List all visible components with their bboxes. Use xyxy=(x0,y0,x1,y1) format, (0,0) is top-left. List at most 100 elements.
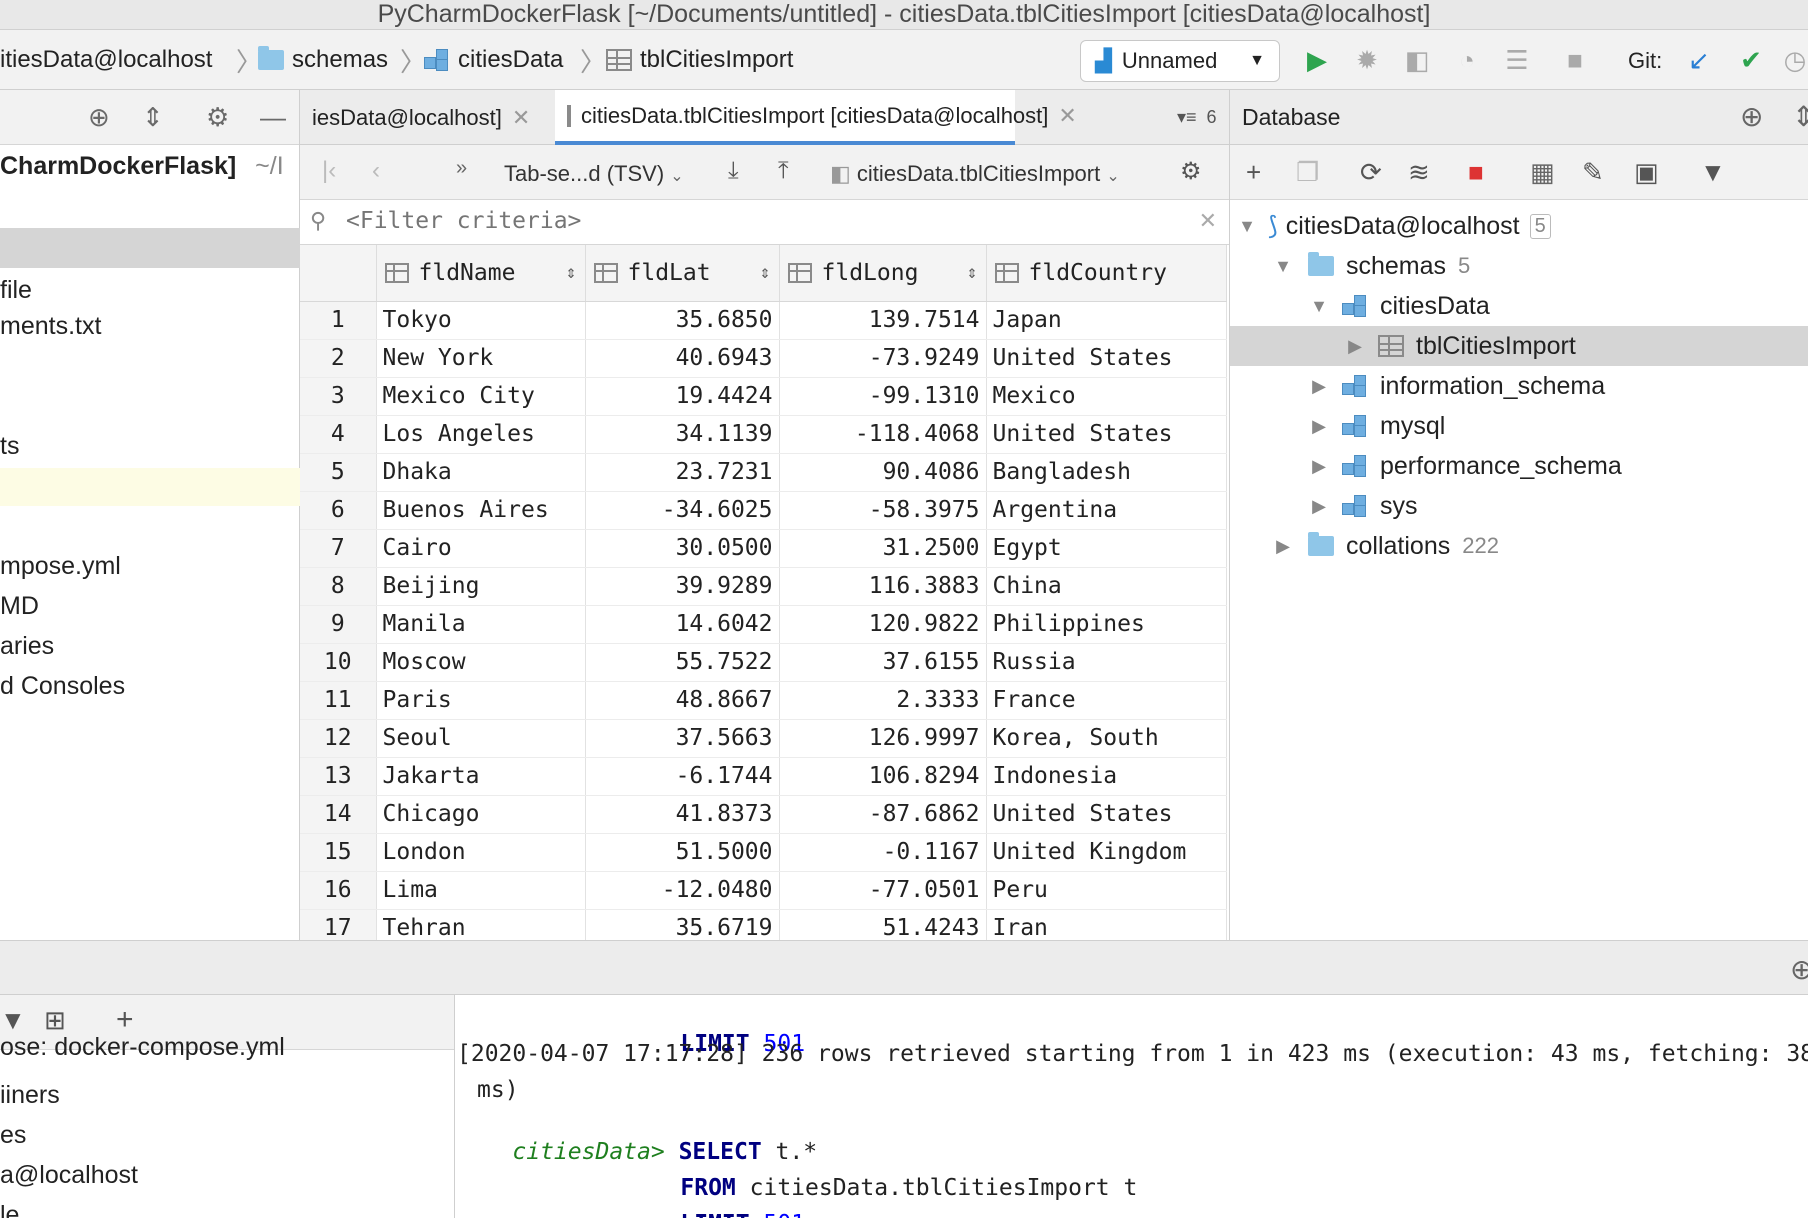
cell-lat[interactable]: 48.8667 xyxy=(585,681,780,720)
locate-icon[interactable]: ⊕ xyxy=(88,102,110,133)
cell-long[interactable]: 139.7514 xyxy=(779,301,987,340)
expanded-arrow-icon[interactable]: ▼ xyxy=(1268,256,1298,277)
tree-item-schema[interactable]: ▶ information_schema xyxy=(1230,366,1808,406)
cell-lat[interactable]: 51.5000 xyxy=(585,833,780,872)
cell-long[interactable]: -73.9249 xyxy=(779,339,987,378)
tree-item-schema[interactable]: ▼ citiesData xyxy=(1230,286,1808,326)
gear-icon[interactable]: ⚙ xyxy=(1180,157,1202,186)
table-row[interactable]: 17 Tehran 35.6719 51.4243 Iran xyxy=(300,909,1227,940)
cell-name[interactable]: Dhaka xyxy=(376,453,586,492)
tree-item-schemas[interactable]: ▼ schemas 5 xyxy=(1230,246,1808,286)
table-row[interactable]: 2 New York 40.6943 -73.9249 United States xyxy=(300,339,1227,378)
profile-button[interactable]: ◔ xyxy=(1450,44,1484,76)
cell-name[interactable]: Lima xyxy=(376,871,586,910)
console-icon[interactable]: ▣ xyxy=(1634,157,1659,188)
cell-long[interactable]: -77.0501 xyxy=(779,871,987,910)
cell-lat[interactable]: -6.1744 xyxy=(585,757,780,796)
locate-icon[interactable]: ⊕ xyxy=(1790,953,1808,986)
cell-country[interactable]: Bangladesh xyxy=(986,453,1227,492)
tree-item-collations[interactable]: ▶ collations 222 xyxy=(1230,526,1808,566)
cell-name[interactable]: Seoul xyxy=(376,719,586,758)
add-icon[interactable]: + xyxy=(116,1003,134,1037)
project-item[interactable]: file xyxy=(0,276,32,305)
project-item[interactable]: ts xyxy=(0,432,19,461)
service-item[interactable]: iiners xyxy=(0,1081,60,1110)
tree-item-schema[interactable]: ▶ mysql xyxy=(1230,406,1808,446)
tree-item-datasource[interactable]: ▼ ⟆ citiesData@localhost 5 xyxy=(1230,206,1808,246)
cell-lat[interactable]: 30.0500 xyxy=(585,529,780,568)
cell-name[interactable]: Moscow xyxy=(376,643,586,682)
cell-name[interactable]: Paris xyxy=(376,681,586,720)
sync-schema-icon[interactable]: ≋ xyxy=(1408,157,1430,188)
project-item[interactable]: d Consoles xyxy=(0,672,125,701)
cell-country[interactable]: Japan xyxy=(986,301,1227,340)
tab-overflow-button[interactable]: ▾≡ 6 xyxy=(1165,90,1229,145)
expanded-arrow-icon[interactable]: ▼ xyxy=(1304,296,1334,317)
git-history-button[interactable]: ◷ xyxy=(1778,44,1808,76)
breadcrumb-table[interactable]: tblCitiesImport xyxy=(606,46,793,74)
service-item[interactable]: le xyxy=(0,1201,19,1218)
breadcrumb-citiesdata[interactable]: citiesData xyxy=(424,46,563,74)
cell-long[interactable]: -118.4068 xyxy=(779,415,987,454)
refresh-icon[interactable]: ⟳ xyxy=(1360,157,1382,188)
table-row[interactable]: 8 Beijing 39.9289 116.3883 China xyxy=(300,567,1227,606)
table-row[interactable]: 16 Lima -12.0480 -77.0501 Peru xyxy=(300,871,1227,910)
tree-item-schema[interactable]: ▶ performance_schema xyxy=(1230,446,1808,486)
console-output[interactable]: LIMIT 501 [2020-04-07 17:17:28] 236 rows… xyxy=(455,995,1808,1218)
cell-long[interactable]: -99.1310 xyxy=(779,377,987,416)
cell-lat[interactable]: -12.0480 xyxy=(585,871,780,910)
cell-name[interactable]: Mexico City xyxy=(376,377,586,416)
table-row[interactable]: 5 Dhaka 23.7231 90.4086 Bangladesh xyxy=(300,453,1227,492)
close-icon[interactable]: ✕ xyxy=(512,105,530,131)
service-item[interactable]: ose: docker-compose.yml xyxy=(0,1033,285,1062)
project-root[interactable]: CharmDockerFlask] ~/I xyxy=(0,152,284,181)
sort-icon[interactable]: ⇕ xyxy=(760,262,771,283)
clear-icon[interactable]: ✕ xyxy=(1199,208,1217,234)
collapse-icon[interactable]: ⇕ xyxy=(1792,100,1808,133)
filter-icon[interactable]: ▼ xyxy=(1700,157,1726,188)
cell-country[interactable]: Korea, South xyxy=(986,719,1227,758)
cell-name[interactable]: Manila xyxy=(376,605,586,644)
cell-lat[interactable]: 40.6943 xyxy=(585,339,780,378)
collapsed-arrow-icon[interactable]: ▶ xyxy=(1304,376,1334,397)
locate-icon[interactable]: ⊕ xyxy=(1740,100,1763,133)
extractor-select[interactable]: Tab-se...d (TSV) ⌄ xyxy=(504,161,684,187)
highlighted-row[interactable] xyxy=(0,468,300,506)
cell-lat[interactable]: 35.6719 xyxy=(585,909,780,940)
table-row[interactable]: 1 Tokyo 35.6850 139.7514 Japan xyxy=(300,301,1227,340)
collapsed-arrow-icon[interactable]: ▶ xyxy=(1304,456,1334,477)
copy-icon[interactable]: ❐ xyxy=(1296,157,1319,188)
cell-long[interactable]: 31.2500 xyxy=(779,529,987,568)
table-row[interactable]: 3 Mexico City 19.4424 -99.1310 Mexico xyxy=(300,377,1227,416)
cell-long[interactable]: 90.4086 xyxy=(779,453,987,492)
cell-country[interactable]: Argentina xyxy=(986,491,1227,530)
project-item[interactable]: MD xyxy=(0,592,39,621)
cell-country[interactable]: Philippines xyxy=(986,605,1227,644)
upload-icon[interactable]: ⤒ xyxy=(778,157,789,185)
target-select[interactable]: ◧ citiesData.tblCitiesImport ⌄ xyxy=(830,161,1120,187)
cell-name[interactable]: Beijing xyxy=(376,567,586,606)
cell-country[interactable]: China xyxy=(986,567,1227,606)
breadcrumb-datasource[interactable]: itiesData@localhost xyxy=(0,46,212,74)
cell-long[interactable]: -58.3975 xyxy=(779,491,987,530)
cell-lat[interactable]: 14.6042 xyxy=(585,605,780,644)
collapsed-arrow-icon[interactable]: ▶ xyxy=(1268,536,1298,557)
column-header[interactable]: fldLong ⇕ xyxy=(779,245,987,302)
cell-lat[interactable]: 55.7522 xyxy=(585,643,780,682)
debug-button[interactable]: ✹ xyxy=(1350,44,1384,76)
cell-name[interactable]: Cairo xyxy=(376,529,586,568)
cell-long[interactable]: -0.1167 xyxy=(779,833,987,872)
table-row[interactable]: 14 Chicago 41.8373 -87.6862 United States xyxy=(300,795,1227,834)
cell-country[interactable]: United States xyxy=(986,795,1227,834)
first-page-icon[interactable]: |‹ xyxy=(322,157,336,185)
previous-page-icon[interactable]: ‹ xyxy=(372,157,380,185)
run-button[interactable]: ▶ xyxy=(1300,44,1334,76)
expanded-arrow-icon[interactable]: ▼ xyxy=(1232,216,1262,237)
cell-country[interactable]: United Kingdom xyxy=(986,833,1227,872)
tree-item-schema[interactable]: ▶ sys xyxy=(1230,486,1808,526)
cell-long[interactable]: 106.8294 xyxy=(779,757,987,796)
filter-input[interactable] xyxy=(346,208,1106,234)
concurrency-button[interactable]: ☰ xyxy=(1500,44,1534,76)
breadcrumb-schemas[interactable]: schemas xyxy=(258,46,388,74)
table-row[interactable]: 13 Jakarta -6.1744 106.8294 Indonesia xyxy=(300,757,1227,796)
